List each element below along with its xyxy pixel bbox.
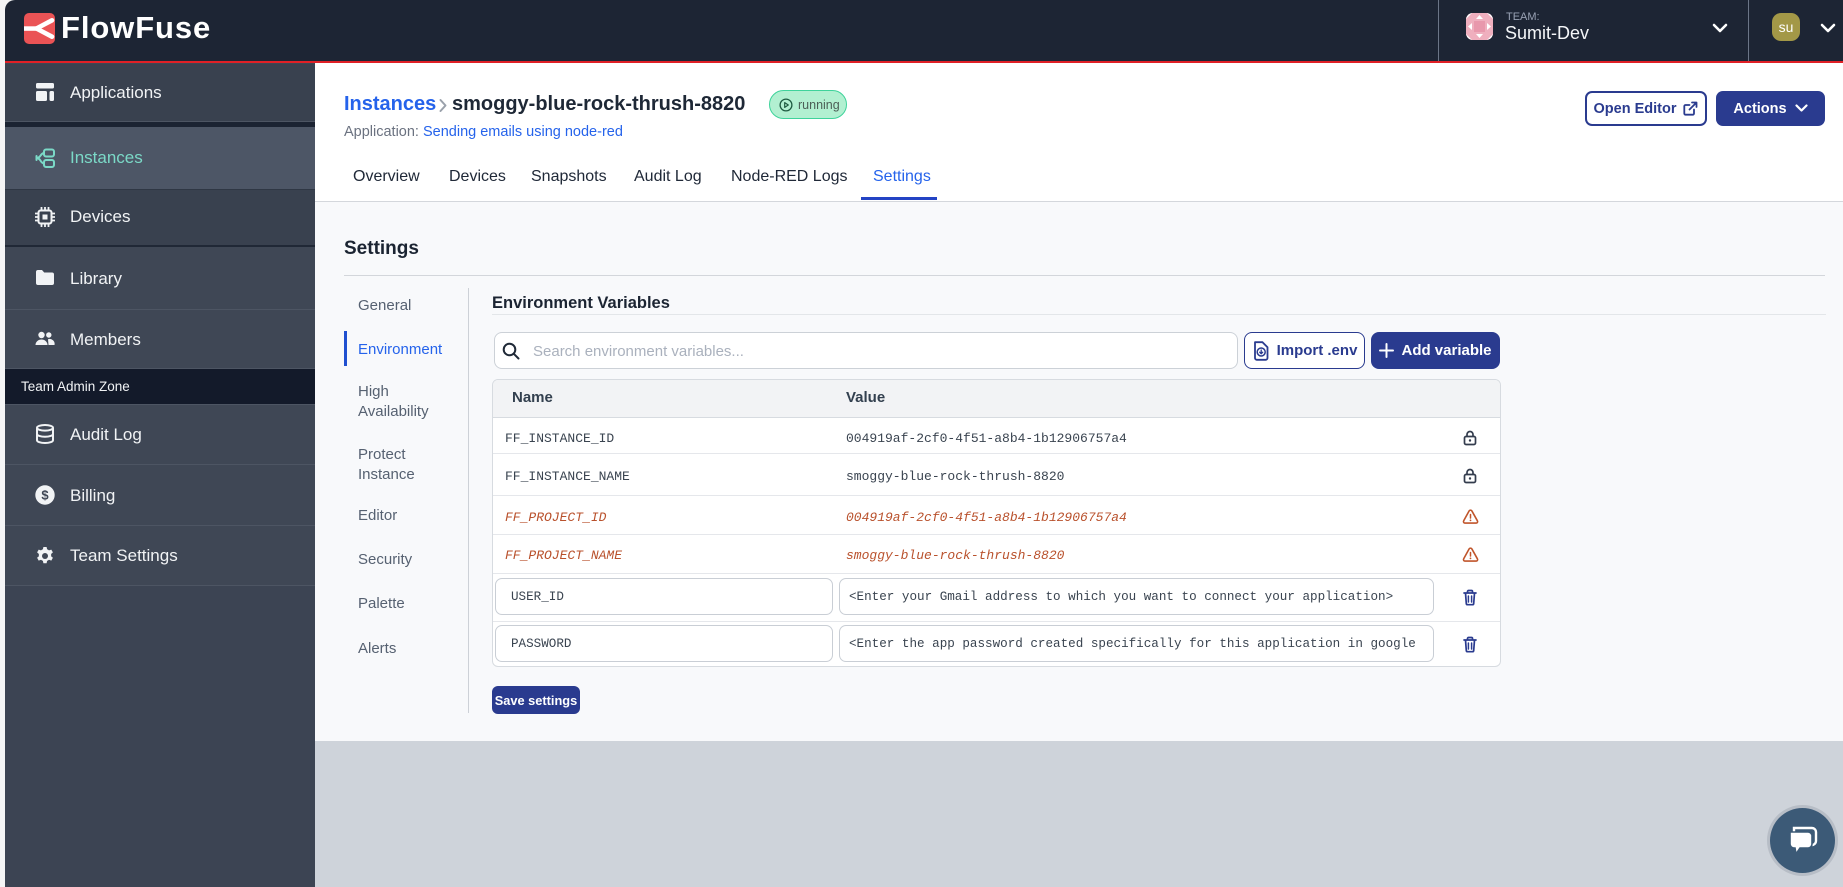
svg-text:$: $ — [41, 488, 49, 503]
